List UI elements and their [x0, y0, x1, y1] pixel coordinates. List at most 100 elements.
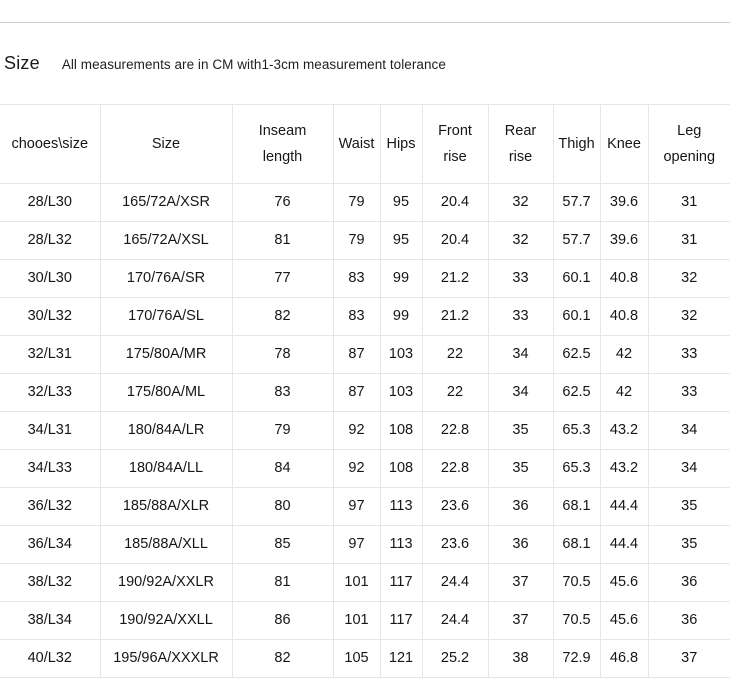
table-cell: 37: [487, 563, 554, 602]
table-cell: 35: [647, 487, 730, 526]
cell-chooes-size: 30/L32: [0, 297, 101, 336]
table-cell: 62.5: [552, 373, 601, 412]
table-cell: 22: [421, 335, 489, 374]
table-row: 34/L31 180/84A/LR 79 92 108 22.8 35 65.3 43.2 34: [0, 411, 730, 450]
column-header-line: length: [262, 149, 303, 165]
table-cell: 165/72A/XSL: [99, 221, 233, 260]
table-cell: 85: [231, 525, 334, 564]
table-cell: 79: [231, 411, 334, 450]
table-cell: 175/80A/ML: [99, 373, 233, 412]
cell-chooes-size: 36/L34: [0, 525, 101, 564]
table-cell: 35: [487, 411, 554, 450]
table-cell: 195/96A/XXXLR: [99, 639, 233, 678]
table-cell: 103: [379, 335, 423, 374]
table-cell: 121: [379, 639, 423, 678]
table-cell: 170/76A/SL: [99, 297, 233, 336]
table-cell: 33: [647, 335, 730, 374]
measurement-note: All measurements are in CM with1-3cm mea…: [61, 57, 446, 72]
table-cell: 65.3: [552, 449, 601, 488]
column-header-thigh: Thigh: [552, 104, 601, 184]
table-row: 28/L30 165/72A/XSR 76 79 95 20.4 32 57.7 39.6 31: [0, 183, 730, 222]
table-cell: 113: [379, 525, 423, 564]
table-cell: 65.3: [552, 411, 601, 450]
table-cell: 83: [332, 297, 381, 336]
table-cell: 43.2: [599, 449, 649, 488]
table-cell: 34: [647, 411, 730, 450]
column-header-line: opening: [663, 149, 716, 165]
table-cell: 57.7: [552, 183, 601, 222]
table-cell: 36: [487, 487, 554, 526]
table-cell: 34: [487, 373, 554, 412]
table-cell: 76: [231, 183, 334, 222]
table-cell: 99: [379, 259, 423, 298]
table-cell: 34: [647, 449, 730, 488]
table-cell: 23.6: [421, 487, 489, 526]
table-cell: 46.8: [599, 639, 649, 678]
table-cell: 42: [599, 335, 649, 374]
table-cell: 99: [379, 297, 423, 336]
table-cell: 35: [647, 525, 730, 564]
column-header-line: Hips: [386, 136, 416, 152]
table-cell: 180/84A/LL: [99, 449, 233, 488]
table-cell: 33: [647, 373, 730, 412]
cell-chooes-size: 28/L32: [0, 221, 101, 260]
table-cell: 33: [487, 259, 554, 298]
table-cell: 20.4: [421, 221, 489, 260]
table-cell: 24.4: [421, 601, 489, 640]
table-cell: 21.2: [421, 259, 489, 298]
table-cell: 25.2: [421, 639, 489, 678]
cell-chooes-size: 32/L31: [0, 335, 101, 374]
table-cell: 190/92A/XXLR: [99, 563, 233, 602]
cell-chooes-size: 38/L32: [0, 563, 101, 602]
table-cell: 108: [379, 449, 423, 488]
cell-chooes-size: 36/L32: [0, 487, 101, 526]
column-header-knee: Knee: [599, 104, 649, 184]
table-cell: 40.8: [599, 259, 649, 298]
table-cell: 82: [231, 297, 334, 336]
table-cell: 97: [332, 487, 381, 526]
column-header-hips: Hips: [379, 104, 423, 184]
table-row: 30/L32 170/76A/SL 82 83 99 21.2 33 60.1 40.8 32: [0, 297, 730, 336]
table-row: 32/L33 175/80A/ML 83 87 103 22 34 62.5 42 33: [0, 373, 730, 412]
table-cell: 92: [332, 411, 381, 450]
table-cell: 44.4: [599, 487, 649, 526]
cell-chooes-size: 34/L31: [0, 411, 101, 450]
table-cell: 81: [231, 221, 334, 260]
table-cell: 36: [487, 525, 554, 564]
table-cell: 103: [379, 373, 423, 412]
table-cell: 45.6: [599, 601, 649, 640]
column-header-size: Size: [99, 104, 233, 184]
column-header-line: Size: [151, 136, 181, 152]
table-cell: 24.4: [421, 563, 489, 602]
table-cell: 68.1: [552, 487, 601, 526]
size-chart-container: chooes\size Size Inseam length Waist Hips…: [0, 104, 730, 678]
table-cell: 70.5: [552, 563, 601, 602]
table-cell: 185/88A/XLL: [99, 525, 233, 564]
column-header-chooes-size: chooes\size: [0, 104, 101, 184]
column-header-rear-rise: Rear rise: [487, 104, 554, 184]
table-cell: 38: [487, 639, 554, 678]
table-cell: 36: [647, 601, 730, 640]
table-header-row: chooes\size Size Inseam length Waist Hips…: [0, 104, 730, 184]
table-cell: 32: [647, 297, 730, 336]
cell-chooes-size: 40/L32: [0, 639, 101, 678]
table-cell: 70.5: [552, 601, 601, 640]
table-cell: 32: [647, 259, 730, 298]
table-cell: 105: [332, 639, 381, 678]
table-cell: 117: [379, 601, 423, 640]
column-header-line: Leg: [677, 123, 702, 139]
table-cell: 39.6: [599, 183, 649, 222]
table-cell: 34: [487, 335, 554, 374]
table-cell: 57.7: [552, 221, 601, 260]
column-header-line: chooes\size: [11, 136, 89, 152]
table-cell: 37: [647, 639, 730, 678]
size-chart-table: chooes\size Size Inseam length Waist Hips…: [0, 104, 730, 678]
table-cell: 180/84A/LR: [99, 411, 233, 450]
table-cell: 82: [231, 639, 334, 678]
table-cell: 39.6: [599, 221, 649, 260]
table-cell: 62.5: [552, 335, 601, 374]
cell-chooes-size: 28/L30: [0, 183, 101, 222]
column-header-line: rise: [443, 149, 467, 165]
table-cell: 22.8: [421, 449, 489, 488]
table-cell: 92: [332, 449, 381, 488]
